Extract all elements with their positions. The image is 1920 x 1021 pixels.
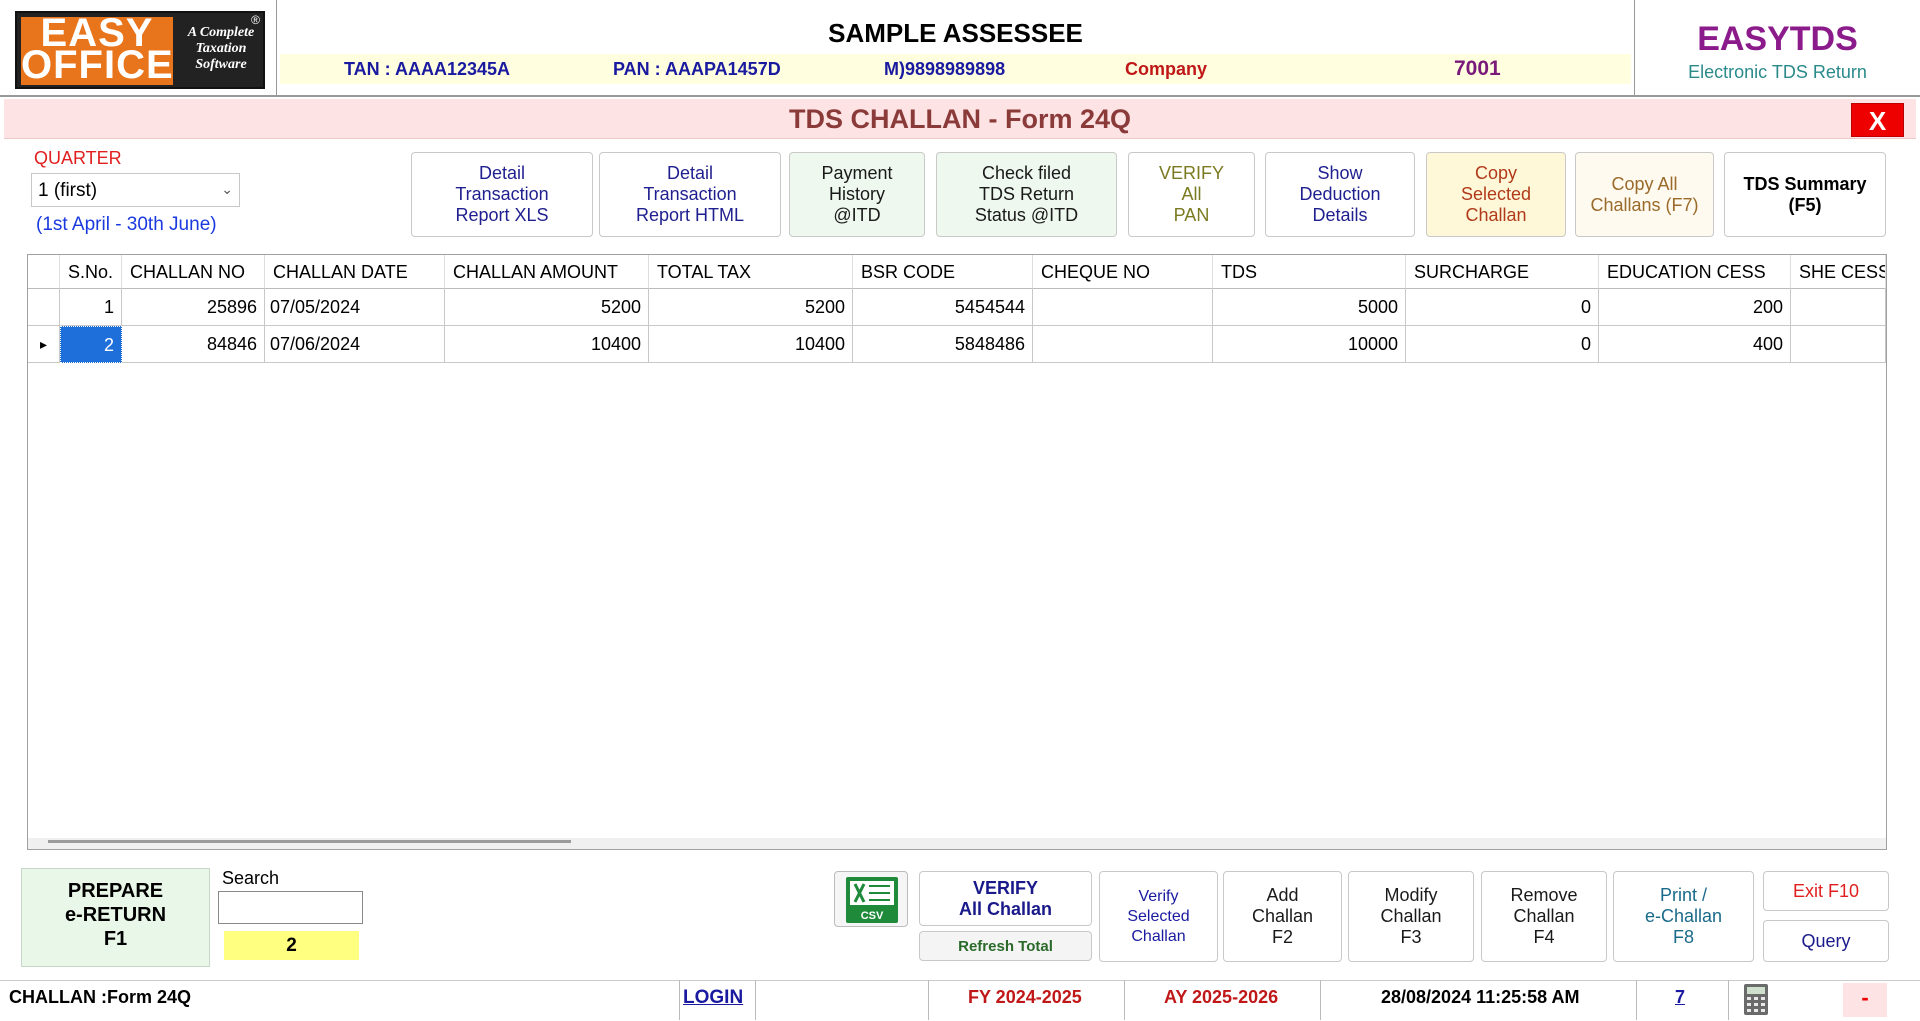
exit-button[interactable]: Exit F10: [1763, 871, 1889, 911]
mobile-label: M)9898989898: [884, 59, 1006, 79]
table-cell[interactable]: [1033, 289, 1213, 326]
table-cell[interactable]: 0: [1406, 326, 1599, 363]
status-datetime: 28/08/2024 11:25:58 AM: [1381, 987, 1580, 1007]
assessee-type: Company: [1125, 59, 1208, 79]
assessment-year: AY 2025-2026: [1164, 987, 1279, 1007]
quarter-label: QUARTER: [34, 148, 122, 168]
table-cell[interactable]: 07/05/2024: [265, 289, 445, 326]
assessee-name: SAMPLE ASSESSEE: [828, 18, 1083, 48]
easy-office-logo: EASY OFFICE A Complete Taxation Software…: [15, 11, 265, 89]
add-challan-button[interactable]: Add Challan F2: [1223, 871, 1342, 962]
tds-summary-button[interactable]: TDS Summary (F5): [1724, 152, 1886, 237]
table-cell[interactable]: 5200: [445, 289, 649, 326]
excel-csv-icon: CSV: [846, 877, 898, 923]
table-cell[interactable]: 07/06/2024: [265, 326, 445, 363]
verify-selected-challan-button[interactable]: Verify Selected Challan: [1099, 871, 1218, 962]
print-challan-button[interactable]: Print / e-Challan F8: [1613, 871, 1754, 962]
horizontal-scrollbar[interactable]: [48, 840, 571, 843]
copy-all-challans-button[interactable]: Copy All Challans (F7): [1575, 152, 1714, 237]
column-header[interactable]: TOTAL TAX: [649, 255, 853, 289]
column-header[interactable]: CHALLAN DATE: [265, 255, 445, 289]
check-filed-button[interactable]: Check filed TDS Return Status @ITD: [936, 152, 1117, 237]
status-bar: [0, 980, 1920, 1020]
column-header[interactable]: TDS: [1213, 255, 1406, 289]
status-form: CHALLAN :Form 24Q: [9, 987, 192, 1007]
table-cell[interactable]: 10400: [649, 326, 853, 363]
payment-history-button[interactable]: Payment History @ITD: [789, 152, 925, 237]
show-deduction-button[interactable]: Show Deduction Details: [1265, 152, 1415, 237]
column-header[interactable]: CHEQUE NO: [1033, 255, 1213, 289]
table-cell[interactable]: [1791, 326, 1886, 363]
close-button[interactable]: X: [1851, 103, 1904, 137]
column-header[interactable]: [28, 255, 60, 289]
table-cell[interactable]: 10400: [445, 326, 649, 363]
logo-text-office: OFFICE: [21, 43, 174, 87]
table-cell[interactable]: 5454544: [853, 289, 1033, 326]
quarter-range: (1st April - 30th June): [36, 214, 217, 235]
table-cell[interactable]: 25896: [122, 289, 265, 326]
query-button[interactable]: Query: [1763, 920, 1889, 962]
column-header[interactable]: EDUCATION CESS: [1599, 255, 1791, 289]
chevron-down-icon: ⌄: [221, 181, 233, 197]
column-header[interactable]: S.No.: [60, 255, 122, 289]
minimize-button[interactable]: -: [1843, 983, 1887, 1017]
quarter-select[interactable]: 1 (first) ⌄: [31, 173, 240, 207]
logo-tagline: A Complete Taxation Software: [187, 25, 255, 72]
csv-export-button[interactable]: CSV: [834, 871, 908, 927]
column-header[interactable]: BSR CODE: [853, 255, 1033, 289]
detail-html-button[interactable]: Detail Transaction Report HTML: [599, 152, 781, 237]
row-indicator[interactable]: [28, 289, 60, 326]
table-cell[interactable]: 10000: [1213, 326, 1406, 363]
table-cell[interactable]: [1791, 289, 1886, 326]
financial-year: FY 2024-2025: [968, 987, 1082, 1007]
tan-label: TAN : AAAA12345A: [344, 59, 511, 79]
calculator-icon[interactable]: [1743, 983, 1769, 1016]
brand-subtitle: Electronic TDS Return: [1688, 62, 1867, 82]
remove-challan-button[interactable]: Remove Challan F4: [1481, 871, 1607, 962]
table-cell[interactable]: 200: [1599, 289, 1791, 326]
login-link[interactable]: LOGIN: [683, 987, 743, 1009]
table-cell[interactable]: 2: [60, 326, 122, 363]
column-header[interactable]: CHALLAN NO: [122, 255, 265, 289]
record-count: 2: [224, 931, 359, 960]
detail-xls-button[interactable]: Detail Transaction Report XLS: [411, 152, 593, 237]
table-cell[interactable]: 5000: [1213, 289, 1406, 326]
table-cell[interactable]: 5200: [649, 289, 853, 326]
verify-all-pan-button[interactable]: VERIFY All PAN: [1128, 152, 1255, 237]
column-header[interactable]: CHALLAN AMOUNT: [445, 255, 649, 289]
svg-text:CSV: CSV: [861, 910, 884, 922]
column-header[interactable]: SURCHARGE: [1406, 255, 1599, 289]
registered-mark: ®: [251, 13, 260, 27]
table-cell[interactable]: [1033, 326, 1213, 363]
assessee-code: 7001: [1454, 57, 1501, 80]
column-header[interactable]: SHE CESS: [1791, 255, 1886, 289]
modify-challan-button[interactable]: Modify Challan F3: [1348, 871, 1474, 962]
pan-label: PAN : AAAPA1457D: [613, 59, 781, 79]
search-label: Search: [222, 868, 280, 888]
row-indicator[interactable]: ▸: [28, 326, 60, 363]
page-title: TDS CHALLAN - Form 24Q: [788, 104, 1131, 134]
quarter-selected-value: 1 (first): [38, 180, 98, 201]
table-cell[interactable]: 1: [60, 289, 122, 326]
verify-all-challan-button[interactable]: VERIFY All Challan: [919, 871, 1092, 926]
brand-title: EASYTDS: [1697, 20, 1858, 58]
refresh-total-button[interactable]: Refresh Total: [919, 931, 1092, 961]
table-cell[interactable]: 5848486: [853, 326, 1033, 363]
assessee-info-bar: TAN : AAAA12345A PAN : AAAPA1457D M)9898…: [280, 54, 1631, 84]
table-cell[interactable]: 0: [1406, 289, 1599, 326]
prepare-return-button[interactable]: PREPARE e-RETURN F1: [21, 868, 210, 967]
copy-selected-challan-button[interactable]: Copy Selected Challan: [1426, 152, 1566, 237]
table-cell[interactable]: 400: [1599, 326, 1791, 363]
table-cell[interactable]: 84846: [122, 326, 265, 363]
search-input[interactable]: [218, 891, 363, 924]
status-count-link[interactable]: 7: [1675, 987, 1685, 1008]
